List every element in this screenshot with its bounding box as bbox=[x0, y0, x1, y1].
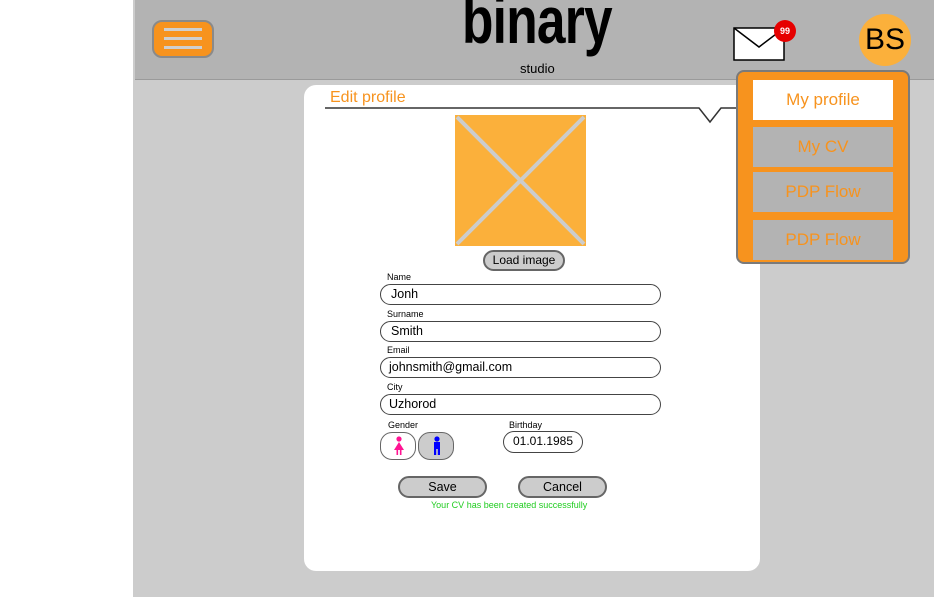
name-label: Name bbox=[387, 272, 412, 282]
gender-female-button[interactable] bbox=[380, 432, 416, 460]
city-field[interactable]: Uzhorod bbox=[380, 394, 661, 415]
notification-badge: 99 bbox=[774, 20, 796, 42]
email-label: Email bbox=[387, 345, 410, 355]
email-field[interactable]: johnsmith@gmail.com bbox=[380, 357, 661, 378]
menu-bar bbox=[164, 37, 202, 40]
city-label: City bbox=[387, 382, 403, 392]
avatar[interactable]: BS bbox=[859, 14, 911, 66]
surname-label: Surname bbox=[387, 309, 424, 319]
menu-item-pdp-flow-2[interactable]: PDP Flow bbox=[753, 220, 893, 260]
surname-field[interactable]: Smith bbox=[380, 321, 661, 342]
menu-item-pdp-flow[interactable]: PDP Flow bbox=[753, 172, 893, 212]
profile-menu: My profile My CV PDP Flow PDP Flow bbox=[736, 70, 910, 264]
name-field[interactable]: Jonh bbox=[380, 284, 661, 305]
logo-sub: studio bbox=[520, 61, 555, 76]
birthday-label: Birthday bbox=[509, 420, 543, 430]
birthday-field[interactable]: 01.01.1985 bbox=[503, 431, 583, 453]
status-message: Your CV has been created successfully bbox=[431, 500, 588, 510]
logo-word: binary bbox=[462, 0, 613, 57]
cancel-button[interactable]: Cancel bbox=[518, 476, 607, 498]
menu-item-my-profile[interactable]: My profile bbox=[753, 80, 893, 120]
menu-bar bbox=[164, 46, 202, 49]
menu-icon[interactable] bbox=[152, 20, 214, 58]
male-icon bbox=[434, 436, 440, 455]
image-placeholder bbox=[455, 115, 586, 246]
logo: binary studio bbox=[458, 0, 613, 78]
load-image-button[interactable]: Load image bbox=[483, 250, 565, 271]
female-icon bbox=[394, 436, 404, 455]
menu-item-my-cv[interactable]: My CV bbox=[753, 127, 893, 167]
save-button[interactable]: Save bbox=[398, 476, 487, 498]
gender-label: Gender bbox=[388, 420, 419, 430]
menu-bar bbox=[164, 28, 202, 31]
gender-male-button[interactable] bbox=[418, 432, 454, 460]
